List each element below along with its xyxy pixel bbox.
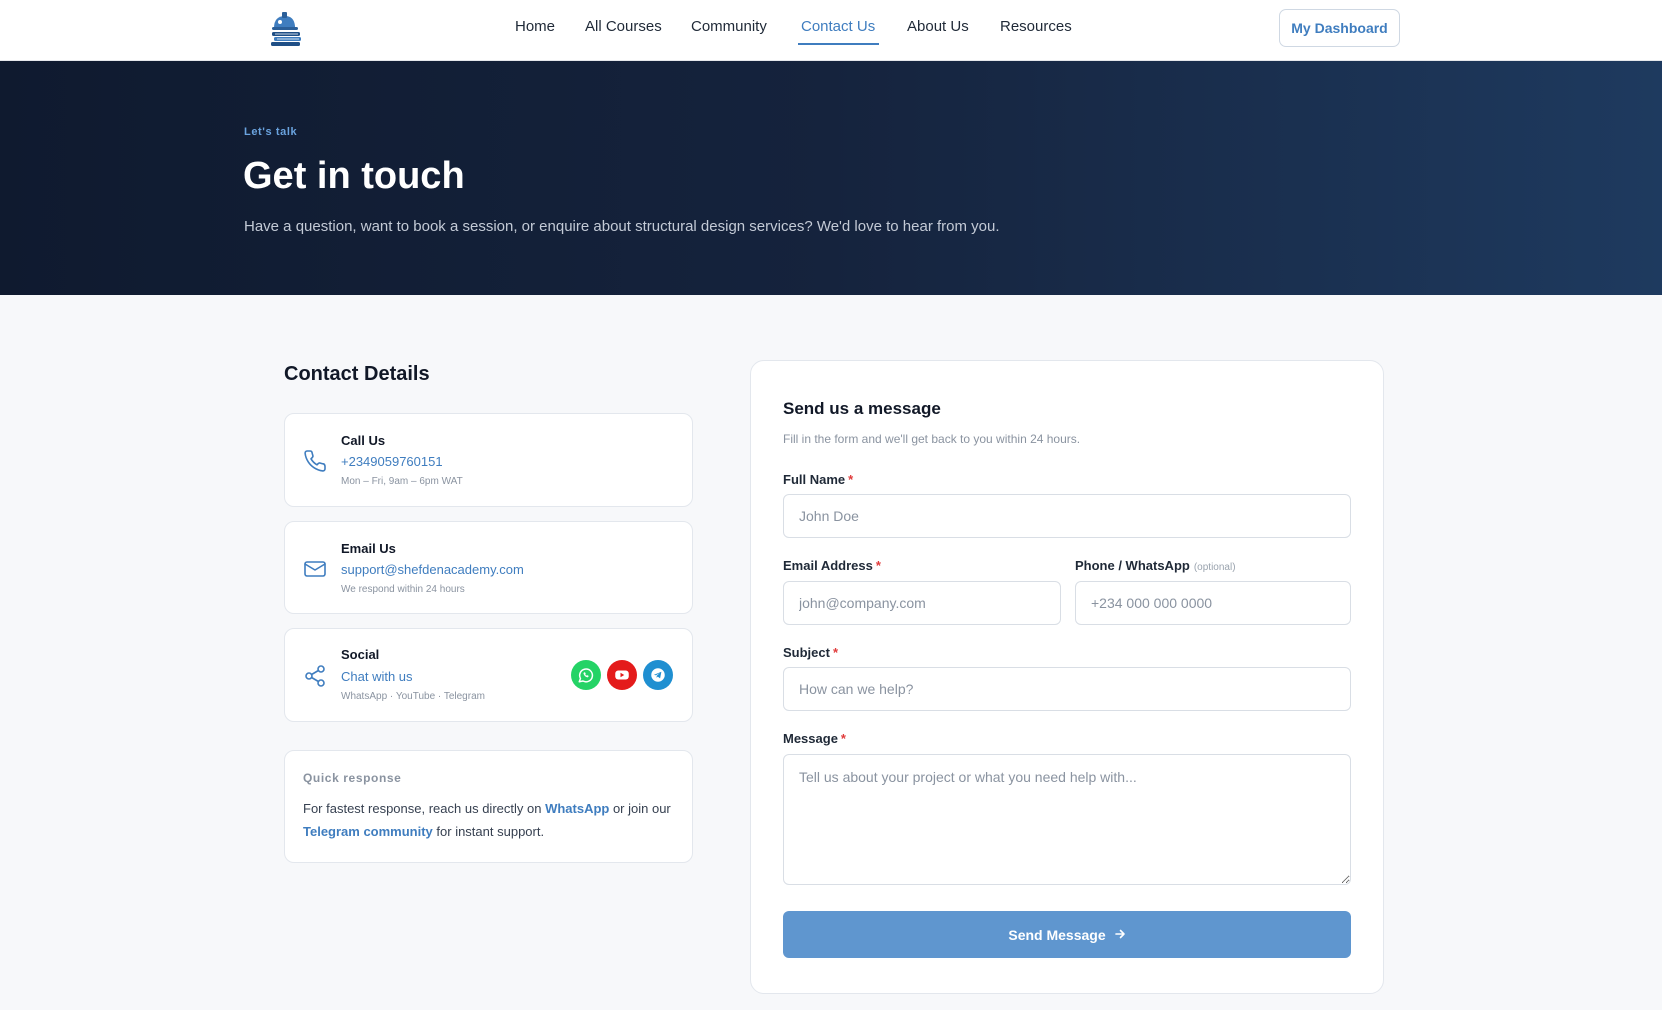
telegram-icon[interactable]	[643, 660, 673, 690]
quick-response-text: For fastest response, reach us directly …	[303, 797, 673, 843]
optional-marker: (optional)	[1193, 562, 1236, 573]
message-label-text: Message	[783, 731, 838, 746]
share-icon	[303, 664, 327, 688]
quick-response-text-part: for instant support.	[432, 824, 545, 839]
quick-response-title: Quick response	[303, 771, 402, 785]
email-us-heading: Email Us	[341, 541, 396, 556]
nav-contact-us[interactable]: Contact Us	[801, 18, 875, 35]
main-nav: Home All Courses Community Contact Us Ab…	[0, 0, 1662, 61]
quick-response-text-part: or join our	[609, 801, 671, 816]
subject-label-text: Subject	[783, 645, 830, 660]
my-dashboard-button[interactable]: My Dashboard	[1279, 9, 1400, 47]
email-us-link[interactable]: support@shefdenacademy.com	[341, 562, 524, 577]
contact-form: Send us a message Fill in the form and w…	[750, 360, 1384, 994]
phone-label-text: Phone / WhatsApp	[1075, 558, 1190, 573]
full-name-input[interactable]	[783, 494, 1351, 538]
youtube-icon[interactable]	[607, 660, 637, 690]
social-heading: Social	[341, 647, 380, 662]
required-marker: *	[832, 645, 839, 660]
required-marker: *	[848, 472, 854, 487]
email-label-text: Email Address	[783, 558, 873, 573]
full-name-label-text: Full Name	[783, 472, 846, 487]
social-card: Social Chat with us WhatsApp · YouTube ·…	[284, 628, 693, 722]
call-us-card: Call Us +2349059760151 Mon – Fri, 9am – …	[284, 413, 693, 507]
phone-icon	[303, 449, 327, 473]
top-navigation-bar: Home All Courses Community Contact Us Ab…	[0, 0, 1662, 61]
message-label: Message *	[783, 731, 846, 746]
contact-details-title: Contact Details	[284, 363, 430, 385]
message-textarea[interactable]	[783, 754, 1351, 885]
whatsapp-icon[interactable]	[571, 660, 601, 690]
page-title: Get in touch	[243, 155, 465, 197]
subject-input[interactable]	[783, 667, 1351, 711]
mail-icon	[303, 557, 327, 581]
email-input[interactable]	[783, 581, 1061, 625]
phone-input[interactable]	[1075, 581, 1351, 625]
nav-about-us[interactable]: About Us	[907, 18, 969, 35]
active-nav-indicator	[798, 43, 879, 45]
nav-community[interactable]: Community	[691, 18, 767, 35]
send-message-button[interactable]: Send Message	[783, 911, 1351, 958]
phone-label: Phone / WhatsApp (optional)	[1075, 558, 1236, 573]
whatsapp-link[interactable]: WhatsApp	[545, 801, 609, 816]
quick-response-text-part: For fastest response, reach us directly …	[303, 801, 546, 816]
nav-resources[interactable]: Resources	[1000, 18, 1072, 35]
nav-all-courses[interactable]: All Courses	[585, 18, 662, 35]
telegram-community-link[interactable]: Telegram community	[303, 824, 433, 839]
required-marker: *	[840, 731, 846, 746]
call-us-heading: Call Us	[341, 433, 386, 448]
form-subtitle: Fill in the form and we'll get back to y…	[783, 432, 1081, 446]
arrow-right-icon	[1114, 927, 1126, 943]
call-us-phone-link[interactable]: +2349059760151	[341, 454, 443, 469]
send-message-label: Send Message	[1008, 926, 1106, 943]
full-name-label: Full Name *	[783, 472, 853, 487]
hero-subtitle: Have a question, want to book a session,…	[244, 218, 1000, 235]
required-marker: *	[875, 558, 881, 573]
email-label: Email Address *	[783, 558, 881, 573]
hero-eyebrow: Let's talk	[244, 126, 298, 138]
email-us-card: Email Us support@shefdenacademy.com We r…	[284, 521, 693, 614]
call-us-hours: Mon – Fri, 9am – 6pm WAT	[341, 476, 463, 487]
hero-banner: Let's talk Get in touch Have a question,…	[0, 61, 1662, 295]
nav-home[interactable]: Home	[515, 18, 555, 35]
form-title: Send us a message	[783, 399, 941, 418]
quick-response-card: Quick response For fastest response, rea…	[284, 750, 693, 863]
chat-with-us-link[interactable]: Chat with us	[341, 669, 413, 684]
subject-label: Subject *	[783, 645, 838, 660]
social-platforms-note: WhatsApp · YouTube · Telegram	[341, 691, 485, 702]
email-us-note: We respond within 24 hours	[341, 584, 465, 595]
